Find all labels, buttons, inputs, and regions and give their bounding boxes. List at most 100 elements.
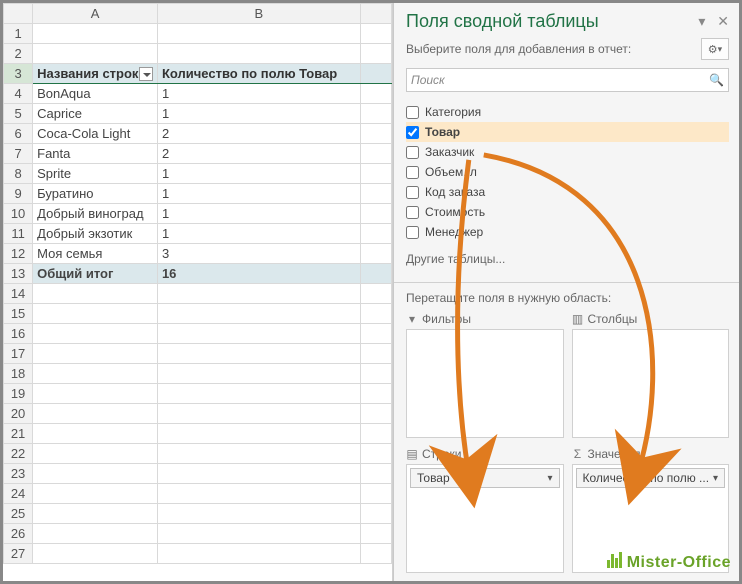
field-checkbox[interactable] <box>406 186 419 199</box>
cell[interactable] <box>157 324 360 344</box>
col-header-A[interactable]: A <box>33 4 158 24</box>
pivot-row-value[interactable]: 1 <box>157 224 360 244</box>
cell[interactable] <box>360 384 391 404</box>
gear-icon[interactable]: ⚙ <box>701 38 729 60</box>
row-header[interactable]: 20 <box>4 404 33 424</box>
cell[interactable] <box>157 24 360 44</box>
pivot-row-label[interactable]: BonAqua <box>33 84 158 104</box>
cell[interactable] <box>360 164 391 184</box>
field-list[interactable]: КатегорияТоварЗаказчикОбъем, лКод заказа… <box>406 102 729 242</box>
cell[interactable] <box>157 484 360 504</box>
row-header[interactable]: 21 <box>4 424 33 444</box>
cell[interactable] <box>360 204 391 224</box>
row-header[interactable]: 16 <box>4 324 33 344</box>
field-checkbox[interactable] <box>406 126 419 139</box>
cell[interactable] <box>360 64 391 84</box>
row-header[interactable]: 17 <box>4 344 33 364</box>
zone-rows[interactable]: ▤Строки Товар ▾ <box>406 446 564 573</box>
pane-menu-icon[interactable]: ▾ <box>698 13 705 29</box>
cell[interactable] <box>157 384 360 404</box>
pivot-header-rowlabels[interactable]: Названия строк <box>33 64 158 84</box>
cell[interactable] <box>360 264 391 284</box>
col-header-extra[interactable] <box>360 4 391 24</box>
spreadsheet-area[interactable]: AB123Названия строкКоличество по полю То… <box>3 3 393 581</box>
pivot-row-value[interactable]: 2 <box>157 144 360 164</box>
cell[interactable] <box>360 124 391 144</box>
row-header[interactable]: 3 <box>4 64 33 84</box>
row-header[interactable]: 19 <box>4 384 33 404</box>
row-header[interactable]: 9 <box>4 184 33 204</box>
cell[interactable] <box>33 324 158 344</box>
cell[interactable] <box>360 104 391 124</box>
cell[interactable] <box>360 84 391 104</box>
field-item[interactable]: Код заказа <box>406 182 729 202</box>
cell[interactable] <box>360 224 391 244</box>
cell[interactable] <box>360 244 391 264</box>
pivot-row-value[interactable]: 2 <box>157 124 360 144</box>
cell[interactable] <box>157 544 360 564</box>
row-header[interactable]: 14 <box>4 284 33 304</box>
zone-values[interactable]: ΣЗначения Количество по полю ... ▾ <box>572 446 730 573</box>
cell[interactable] <box>157 284 360 304</box>
row-header[interactable]: 1 <box>4 24 33 44</box>
pivot-total-value[interactable]: 16 <box>157 264 360 284</box>
cell[interactable] <box>157 464 360 484</box>
pivot-row-value[interactable]: 1 <box>157 164 360 184</box>
field-checkbox[interactable] <box>406 226 419 239</box>
cell[interactable] <box>33 44 158 64</box>
cell[interactable] <box>33 364 158 384</box>
cell[interactable] <box>360 364 391 384</box>
pivot-row-label[interactable]: Coca-Cola Light <box>33 124 158 144</box>
field-checkbox[interactable] <box>406 106 419 119</box>
pivot-row-value[interactable]: 1 <box>157 184 360 204</box>
cell[interactable] <box>33 504 158 524</box>
row-header[interactable]: 18 <box>4 364 33 384</box>
row-header[interactable]: 23 <box>4 464 33 484</box>
pivot-row-label[interactable]: Fanta <box>33 144 158 164</box>
cell[interactable] <box>157 524 360 544</box>
row-header[interactable]: 12 <box>4 244 33 264</box>
cell[interactable] <box>360 324 391 344</box>
cell[interactable] <box>157 304 360 324</box>
cell[interactable] <box>33 464 158 484</box>
zone-rows-item[interactable]: Товар ▾ <box>410 468 560 488</box>
cell[interactable] <box>360 24 391 44</box>
chevron-down-icon[interactable]: ▾ <box>547 473 552 484</box>
search-input[interactable]: Поиск 🔍 <box>406 68 729 92</box>
pivot-row-label[interactable]: Добрый виноград <box>33 204 158 224</box>
spreadsheet-grid[interactable]: AB123Названия строкКоличество по полю То… <box>3 3 392 564</box>
chevron-down-icon[interactable]: ▾ <box>713 473 718 484</box>
zone-filters[interactable]: ▾Фильтры <box>406 311 564 438</box>
cell[interactable] <box>33 424 158 444</box>
row-header[interactable]: 5 <box>4 104 33 124</box>
cell[interactable] <box>33 344 158 364</box>
cell[interactable] <box>360 524 391 544</box>
row-header[interactable]: 27 <box>4 544 33 564</box>
row-header[interactable]: 8 <box>4 164 33 184</box>
pivot-row-value[interactable]: 1 <box>157 104 360 124</box>
row-header[interactable]: 7 <box>4 144 33 164</box>
filter-dropdown-icon[interactable] <box>139 67 153 81</box>
field-item[interactable]: Объем, л <box>406 162 729 182</box>
zone-values-item[interactable]: Количество по полю ... ▾ <box>576 468 726 488</box>
other-tables-link[interactable]: Другие таблицы... <box>406 252 729 266</box>
cell[interactable] <box>360 144 391 164</box>
cell[interactable] <box>157 504 360 524</box>
pivot-header-values[interactable]: Количество по полю Товар <box>157 64 360 84</box>
row-header[interactable]: 4 <box>4 84 33 104</box>
row-header[interactable]: 11 <box>4 224 33 244</box>
cell[interactable] <box>157 424 360 444</box>
cell[interactable] <box>360 484 391 504</box>
cell[interactable] <box>157 364 360 384</box>
row-header[interactable]: 10 <box>4 204 33 224</box>
col-header-B[interactable]: B <box>157 4 360 24</box>
pivot-row-value[interactable]: 1 <box>157 84 360 104</box>
corner-cell[interactable] <box>4 4 33 24</box>
cell[interactable] <box>360 304 391 324</box>
cell[interactable] <box>33 24 158 44</box>
pivot-row-label[interactable]: Добрый экзотик <box>33 224 158 244</box>
row-header[interactable]: 2 <box>4 44 33 64</box>
close-icon[interactable]: ✕ <box>717 13 729 29</box>
pivot-row-label[interactable]: Caprice <box>33 104 158 124</box>
cell[interactable] <box>157 44 360 64</box>
